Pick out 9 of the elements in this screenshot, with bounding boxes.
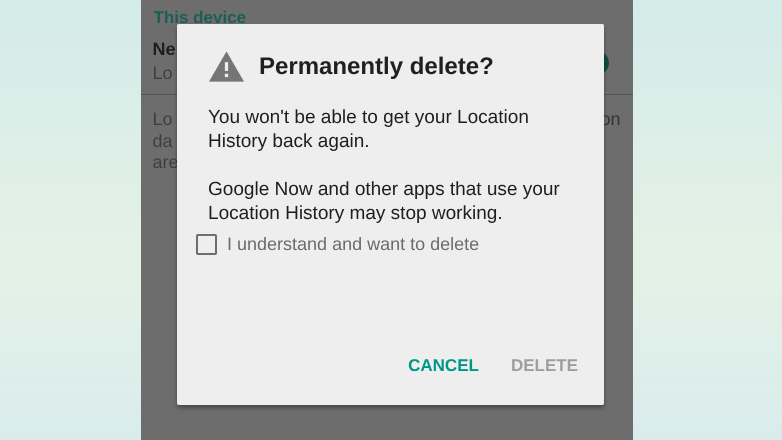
setting-title: Ne: [152, 38, 176, 60]
checkbox-label: I understand and want to delete: [227, 234, 480, 255]
dialog-button[interactable]: CANCEL: [398, 347, 489, 385]
checkbox[interactable]: [196, 234, 217, 255]
message-text: Google Now and other apps that use your Location History may stop working.: [208, 178, 560, 226]
message-text: You won't be able to get your Location History back again.: [208, 106, 530, 154]
section-heading: This device: [154, 7, 248, 23]
dialog-title: Permanently delete?: [259, 52, 494, 80]
warning-icon: [208, 50, 245, 83]
